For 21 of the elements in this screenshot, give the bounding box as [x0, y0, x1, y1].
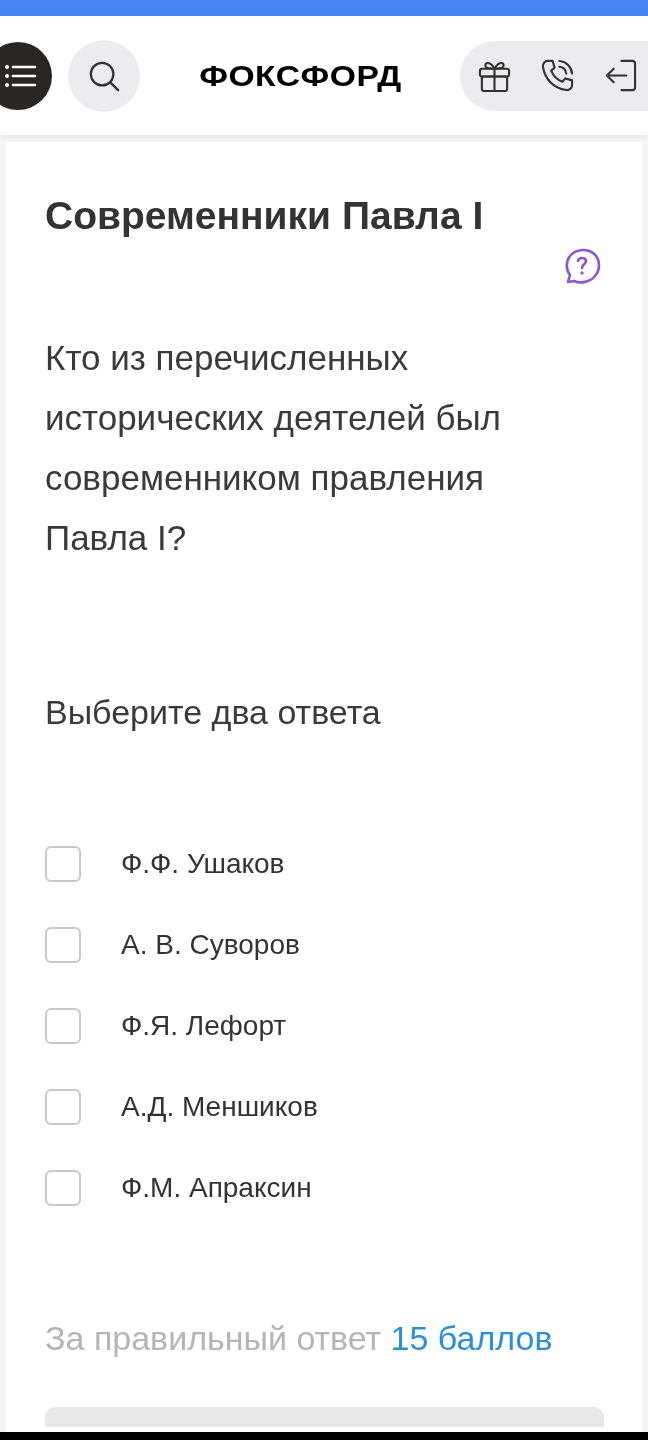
- phone-icon[interactable]: [541, 59, 574, 92]
- instruction-text: Выберите два ответа: [45, 692, 382, 733]
- task-title: Современники Павла I: [45, 193, 485, 239]
- option-label[interactable]: Ф.М. Апраксин: [121, 1170, 312, 1206]
- search-icon: [88, 59, 120, 92]
- checkbox[interactable]: [45, 846, 81, 882]
- checkbox[interactable]: [45, 927, 81, 963]
- menu-button[interactable]: [0, 41, 52, 110]
- menu-icon: [5, 63, 37, 88]
- option-label[interactable]: Ф.Ф. Ушаков: [121, 846, 285, 882]
- checkbox[interactable]: [45, 1170, 81, 1206]
- question-text: Кто из перечисленных исторических деятелей был современником правления Павла I?: [45, 337, 503, 559]
- option-label[interactable]: Ф.Я. Лефорт: [121, 1008, 287, 1044]
- option-label[interactable]: А. В. Суворов: [121, 927, 300, 963]
- score-text: За правильный ответ 15 баллов: [45, 1318, 554, 1359]
- checkbox[interactable]: [45, 1089, 81, 1125]
- checkbox[interactable]: [45, 1008, 81, 1044]
- gift-icon[interactable]: [478, 59, 511, 92]
- help-icon[interactable]: [562, 246, 602, 286]
- option-label[interactable]: А.Д. Меншиков: [121, 1089, 318, 1125]
- logo[interactable]: ФОКСФОРД: [198, 58, 402, 93]
